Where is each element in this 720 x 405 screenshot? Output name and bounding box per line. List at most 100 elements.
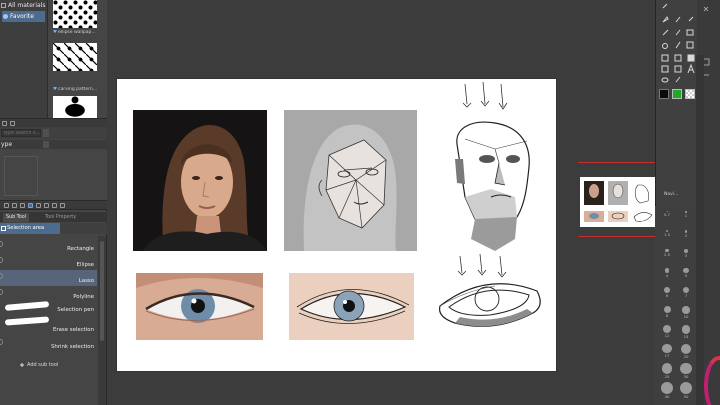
pencil-icon[interactable]	[673, 14, 682, 23]
correct-line-icon[interactable]	[673, 64, 682, 73]
brush-size-option[interactable]: 10	[678, 305, 694, 321]
large-view-icon[interactable]	[36, 203, 41, 208]
brush-size-option[interactable]: 2	[678, 229, 694, 245]
chevron-down-icon[interactable]	[43, 141, 49, 148]
tree-item-all-materials[interactable]: All materials	[0, 0, 47, 11]
decoration-icon[interactable]	[673, 27, 682, 36]
subtool-lasso[interactable]: Lasso	[0, 270, 97, 286]
brush-size-option[interactable]: 15	[678, 324, 694, 340]
ellipse-select-icon	[0, 257, 3, 263]
eraser-icon[interactable]	[686, 27, 695, 36]
navigator-frame-top	[578, 162, 655, 163]
main-color-swatch[interactable]	[659, 89, 669, 99]
brush-size-option[interactable]: 3	[678, 248, 694, 264]
tag-icon[interactable]	[2, 121, 7, 126]
brush-size-option[interactable]: 1.5	[659, 229, 675, 245]
material-thumbnail[interactable]	[53, 0, 97, 28]
polyline-icon	[0, 289, 3, 295]
brush-size-option[interactable]: 50	[678, 381, 694, 399]
airbrush-icon[interactable]	[660, 27, 669, 36]
settings-icon[interactable]	[44, 203, 49, 208]
blend-icon[interactable]	[660, 40, 669, 49]
brush-size-option[interactable]: 17	[659, 343, 675, 359]
brush-size-option[interactable]: 12	[659, 324, 675, 340]
add-sub-tool-label: Add sub tool	[27, 362, 59, 368]
brush-size-label: 3	[684, 253, 688, 258]
brush-size-option[interactable]: 6	[659, 286, 675, 302]
scroll-thumb[interactable]	[100, 241, 104, 341]
balloon-icon[interactable]	[660, 64, 669, 73]
list-view-icon[interactable]	[20, 203, 25, 208]
transparent-color-swatch[interactable]	[685, 89, 695, 99]
tree-item-label: Favorite	[10, 13, 34, 20]
tab-tool-property[interactable]: Tool Property	[42, 213, 79, 222]
gradient-icon[interactable]	[686, 40, 695, 49]
planes-sketch-over-photo	[284, 110, 417, 251]
ruler-icon[interactable]	[686, 53, 695, 62]
brush-size-option[interactable]: 5	[678, 267, 694, 283]
subtool-erase-selection[interactable]: Erase selection	[0, 315, 97, 335]
grid-icon[interactable]	[12, 203, 17, 208]
fill-icon[interactable]	[673, 40, 682, 49]
subtool-label: Shrink selection	[50, 344, 94, 350]
preview-frame	[4, 156, 38, 196]
material-preview	[0, 150, 107, 200]
brush-size-dot	[680, 382, 692, 394]
tree-item-favorite[interactable]: Favorite	[2, 11, 45, 22]
right-scrollbar[interactable]	[696, 55, 704, 405]
brush-size-option[interactable]: 1	[678, 210, 694, 226]
brush-size-label: 17	[664, 353, 670, 359]
brush-size-option[interactable]: 0.7	[659, 210, 675, 226]
brush-size-option[interactable]: 4	[659, 267, 675, 283]
frame-icon[interactable]	[673, 53, 682, 62]
subtool-label: Selection pen	[57, 307, 94, 313]
brush-size-option[interactable]: 20	[678, 343, 694, 359]
sub-color-swatch[interactable]	[672, 89, 682, 99]
canvas-page[interactable]	[117, 79, 556, 371]
canvas-area[interactable]	[107, 0, 655, 405]
tab-sub-tool[interactable]: Sub Tool	[3, 213, 29, 222]
brush-size-option[interactable]: 7	[678, 286, 694, 302]
material-thumbnail[interactable]	[53, 43, 97, 71]
brush-size-label: 2.5	[663, 252, 671, 258]
brush-size-option[interactable]: 25	[659, 362, 675, 379]
list-icon[interactable]	[10, 121, 15, 126]
subtool-group-selection-area[interactable]: Selection area	[0, 223, 60, 234]
brush-size-label: 6	[665, 292, 669, 298]
search-icon[interactable]	[43, 129, 49, 137]
paste-icon[interactable]	[4, 203, 9, 208]
brush-icon[interactable]	[686, 14, 695, 23]
add-sub-tool-button[interactable]: Add sub tool	[20, 360, 80, 370]
brush-size-option[interactable]: 30	[678, 362, 694, 379]
figure-icon[interactable]	[660, 53, 669, 62]
material-label: ♥ellipse wallpap...	[53, 30, 101, 35]
subtool-group-header: Selection area	[0, 223, 107, 234]
brush-size-option[interactable]: 2.5	[659, 248, 675, 264]
navigator-preview[interactable]	[580, 177, 656, 227]
head-planes-lineart	[435, 79, 549, 251]
subtool-selection-pen[interactable]: Selection pen	[0, 303, 97, 315]
brush-size-option[interactable]: 8	[659, 305, 675, 321]
subtool-polyline[interactable]: Polyline	[0, 286, 97, 302]
brush-size-dot	[681, 325, 691, 334]
download-icon[interactable]	[52, 203, 57, 208]
brush-size-label: 25	[664, 373, 670, 379]
trash-icon[interactable]	[60, 203, 65, 208]
materials-tree: All materials Favorite	[0, 0, 48, 118]
subtool-scrollbar[interactable]	[98, 236, 106, 405]
subtool-tabs: Sub Tool Tool Property	[0, 212, 107, 222]
eye-photo	[136, 273, 263, 340]
materials-toolbar	[0, 118, 107, 127]
text-icon[interactable]	[686, 64, 695, 73]
subtool-ellipse[interactable]: Ellipse	[0, 254, 97, 270]
move-icon[interactable]	[660, 0, 669, 9]
subtool-shrink-selection[interactable]: Shrink selection	[0, 336, 97, 352]
brush-size-option[interactable]: 40	[659, 381, 675, 399]
subtool-rectangle[interactable]: Rectangle	[0, 238, 97, 254]
folder-icon	[1, 3, 6, 8]
brush-size-dot	[662, 344, 672, 354]
pen-icon[interactable]	[660, 14, 669, 23]
subtool-label: Polyline	[73, 294, 94, 300]
material-search-input[interactable]	[1, 129, 41, 137]
thumbnail-view-icon[interactable]	[28, 203, 33, 208]
